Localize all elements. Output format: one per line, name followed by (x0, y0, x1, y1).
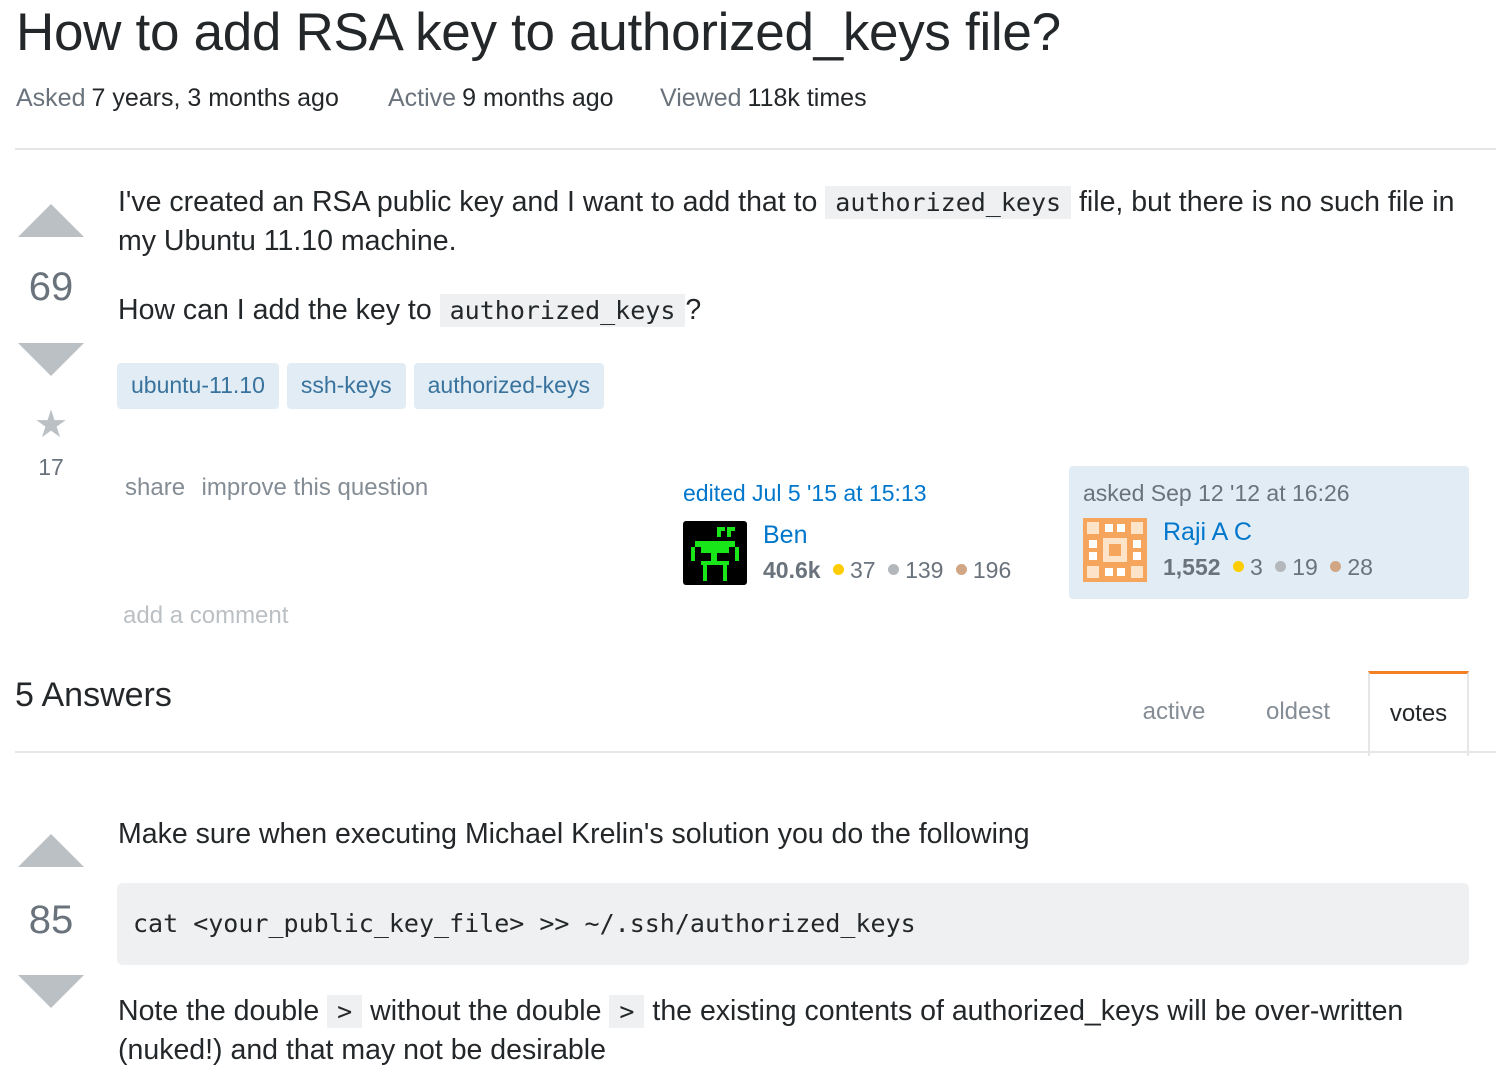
viewed-value: 118k times (747, 84, 867, 112)
editor-flair: 40.6k 37 139 196 (763, 557, 1011, 584)
question-body: I've created an RSA public key and I wan… (118, 183, 1473, 330)
answer-note-paragraph: Note the double > without the double > t… (118, 992, 1478, 1070)
answer-body: Make sure when executing Michael Krelin'… (118, 815, 1473, 854)
gold-badge-count: 3 (1250, 554, 1263, 580)
question-vote-count: 69 (28, 265, 74, 309)
viewed-label: Viewed (660, 84, 742, 112)
tab-active[interactable]: active (1120, 698, 1228, 726)
text: without the double (362, 995, 610, 1027)
silver-badge-count: 139 (905, 557, 944, 583)
tab-oldest[interactable]: oldest (1244, 698, 1352, 726)
active-meta: Active 9 months ago (388, 84, 614, 113)
avatar-image (691, 527, 739, 581)
asked-label: Asked (16, 84, 86, 112)
gold-badge-count: 37 (850, 557, 876, 583)
tag-authorized-keys[interactable]: authorized-keys (413, 363, 604, 409)
upvote-arrow-icon[interactable] (18, 204, 84, 237)
viewed-meta: Viewed 118k times (660, 84, 867, 113)
answer-intro: Make sure when executing Michael Krelin'… (118, 818, 1030, 850)
bronze-badge-count: 28 (1347, 554, 1373, 580)
gold-badges: 37 (833, 557, 876, 583)
owner-name-link[interactable]: Raji A C (1163, 518, 1252, 547)
answer-note: Note the double > without the double > t… (118, 992, 1478, 1070)
downvote-arrow-icon[interactable] (18, 975, 84, 1008)
answers-divider (15, 751, 1496, 753)
gold-badge-icon (1233, 561, 1245, 573)
active-value[interactable]: 9 months ago (462, 84, 614, 112)
answers-count-heading: 5 Answers (15, 676, 172, 714)
bronze-badges: 28 (1330, 554, 1373, 580)
improve-question-link[interactable]: improve this question (202, 474, 429, 501)
bronze-badge-icon (1330, 561, 1342, 573)
text: I've created an RSA public key and I wan… (118, 186, 826, 218)
gold-badges: 3 (1233, 554, 1263, 580)
owner-reputation: 1,552 (1163, 554, 1221, 580)
avatar-image (1083, 518, 1147, 582)
tag-ubuntu-11-10[interactable]: ubuntu-11.10 (117, 363, 279, 409)
text: Note the double (118, 995, 328, 1027)
text: How can I add the key to (118, 294, 440, 326)
code-text: cat <your_public_key_file> >> ~/.ssh/aut… (117, 883, 1469, 965)
gold-badge-icon (833, 564, 845, 576)
answer-vote-count: 85 (28, 898, 74, 942)
inline-code: authorized_keys (439, 294, 686, 327)
active-label: Active (388, 84, 457, 112)
inline-code: > (327, 995, 363, 1028)
silver-badges: 139 (888, 557, 943, 583)
header-divider (15, 148, 1496, 150)
bronze-badge-icon (955, 564, 967, 576)
tag-ssh-keys[interactable]: ssh-keys (286, 363, 406, 409)
bronze-badge-count: 196 (972, 557, 1012, 583)
edited-time-link[interactable]: edited Jul 5 '15 at 15:13 (683, 480, 927, 507)
owner-flair: 1,552 3 19 28 (1163, 554, 1373, 581)
asked-time-link[interactable]: asked Sep 12 '12 at 16:26 (1083, 480, 1350, 507)
editor-name-link[interactable]: Ben (763, 521, 807, 550)
bronze-badges: 196 (955, 557, 1012, 583)
editor-signature: edited Jul 5 '15 at 15:13 Ben 40.6k 37 1… (683, 480, 1011, 585)
silver-badge-icon (1275, 561, 1287, 573)
add-comment-link[interactable]: add a comment (123, 602, 288, 630)
question-paragraph-2: How can I add the key to authorized_keys… (118, 291, 1473, 330)
upvote-arrow-icon[interactable] (18, 834, 84, 867)
inline-code: > (609, 995, 645, 1028)
silver-badge-icon (888, 564, 900, 576)
share-link[interactable]: share (125, 474, 185, 501)
silver-badge-count: 19 (1292, 554, 1318, 580)
question-title[interactable]: How to add RSA key to authorized_keys fi… (16, 2, 1061, 63)
owner-avatar[interactable] (1083, 518, 1147, 582)
editor-avatar[interactable] (683, 521, 747, 585)
post-menu: share improve this question (125, 474, 428, 502)
asked-value: 7 years, 3 months ago (91, 84, 339, 112)
text: ? (685, 294, 702, 326)
editor-reputation: 40.6k (763, 557, 821, 583)
tab-votes[interactable]: votes (1368, 671, 1469, 756)
tag-list: ubuntu-11.10 ssh-keys authorized-keys (117, 363, 612, 409)
silver-badges: 19 (1275, 554, 1318, 580)
inline-code: authorized_keys (825, 186, 1072, 219)
downvote-arrow-icon[interactable] (18, 343, 84, 376)
answer-code-block: cat <your_public_key_file> >> ~/.ssh/aut… (117, 883, 1469, 965)
favorite-star-icon[interactable]: ★ (15, 402, 87, 447)
question-paragraph-1: I've created an RSA public key and I wan… (118, 183, 1473, 261)
owner-signature: asked Sep 12 '12 at 16:26 Raji A C 1,552… (1069, 466, 1469, 599)
favorite-count: 17 (38, 454, 64, 480)
asked-meta: Asked 7 years, 3 months ago (16, 84, 339, 113)
